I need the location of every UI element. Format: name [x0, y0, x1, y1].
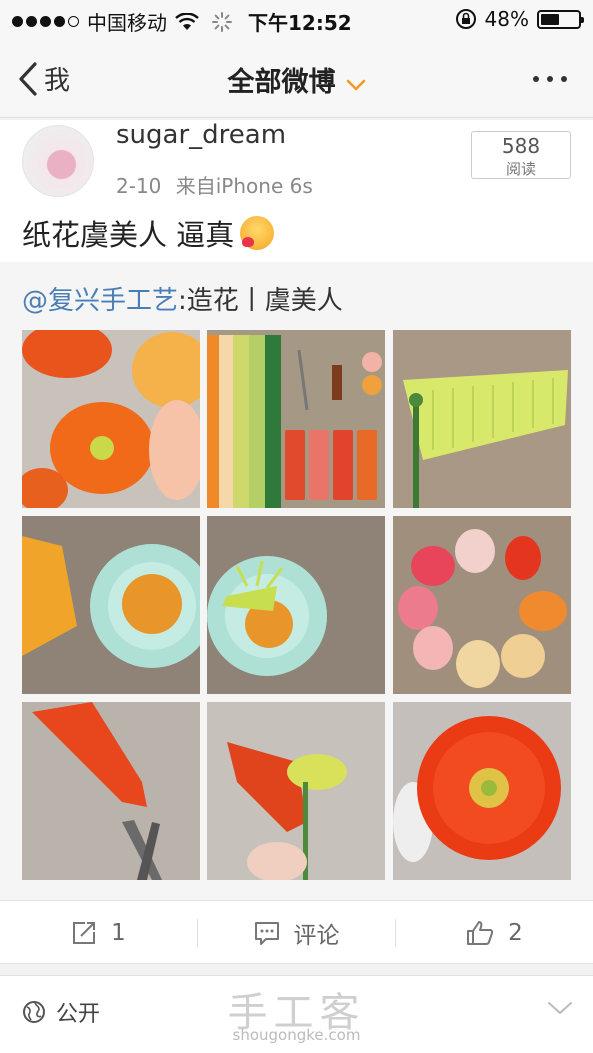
post-action-bar: 1 评论 2	[0, 900, 593, 964]
repost-title: :造花丨虞美人	[178, 286, 343, 316]
bottom-bar: 公开 手工客 shougongke.com	[0, 975, 593, 1053]
more-options-button[interactable]	[533, 76, 567, 82]
read-label: 阅读	[505, 160, 536, 178]
image-thumbnail-5[interactable]	[207, 516, 385, 694]
avatar[interactable]	[22, 125, 94, 197]
image-thumbnail-1[interactable]	[22, 330, 200, 508]
comment-label: 评论	[293, 923, 340, 949]
image-thumbnail-6[interactable]	[393, 516, 571, 694]
image-thumbnail-2[interactable]	[207, 330, 385, 508]
image-thumbnail-9[interactable]	[393, 702, 571, 880]
read-count: 588	[501, 134, 541, 158]
watermark-url: shougongke.com	[232, 1026, 361, 1044]
battery-icon	[537, 9, 584, 29]
activity-spinner-icon	[212, 11, 232, 32]
username[interactable]: sugar_dream	[116, 120, 286, 150]
post-meta: 2-10 来自iPhone 6s	[116, 170, 313, 199]
weibo-post: sugar_dream 2-10 来自iPhone 6s 588 阅读 纸花虞美…	[0, 120, 593, 900]
like-button[interactable]: 2	[396, 901, 593, 965]
post-text: 纸花虞美人 逼真	[22, 212, 275, 254]
chevron-down-icon	[346, 72, 366, 97]
post-date: 2-10	[116, 174, 162, 198]
repost-count: 1	[111, 920, 126, 946]
thumbs-up-icon	[467, 921, 494, 945]
image-thumbnail-7[interactable]	[22, 702, 200, 880]
image-grid	[22, 330, 571, 880]
feed-title-dropdown[interactable]: 全部微博	[0, 60, 593, 99]
kiss-emoji-icon	[240, 216, 275, 250]
repost-icon	[73, 922, 96, 944]
carrier-label: 中国移动	[87, 11, 167, 35]
rotation-lock-icon	[455, 9, 476, 29]
post-source: 来自iPhone 6s	[175, 174, 313, 198]
reposted-content[interactable]: @复兴手工艺:造花丨虞美人	[0, 262, 593, 900]
post-text-content: 纸花虞美人 逼真	[22, 218, 235, 252]
battery-percent: 48%	[484, 7, 529, 31]
chevron-down-icon[interactable]	[547, 1000, 573, 1016]
repost-text: @复兴手工艺:造花丨虞美人	[22, 280, 343, 317]
status-bar: 中国移动 下午12:52 48%	[0, 0, 593, 38]
navigation-bar: 我 全部微博	[0, 38, 593, 118]
read-count-badge: 588 阅读	[471, 131, 571, 179]
clock: 下午12:52	[248, 11, 352, 35]
image-thumbnail-4[interactable]	[22, 516, 200, 694]
mention-link[interactable]: @复兴手工艺	[22, 286, 178, 316]
page-title: 全部微博	[227, 67, 336, 98]
signal-icon	[12, 16, 79, 27]
image-thumbnail-3[interactable]	[393, 330, 571, 508]
comment-button[interactable]: 评论	[198, 901, 395, 965]
wifi-icon	[175, 12, 199, 30]
comment-icon	[254, 922, 279, 945]
repost-button[interactable]: 1	[0, 901, 197, 965]
like-count: 2	[508, 920, 523, 946]
image-thumbnail-8[interactable]	[207, 702, 385, 880]
